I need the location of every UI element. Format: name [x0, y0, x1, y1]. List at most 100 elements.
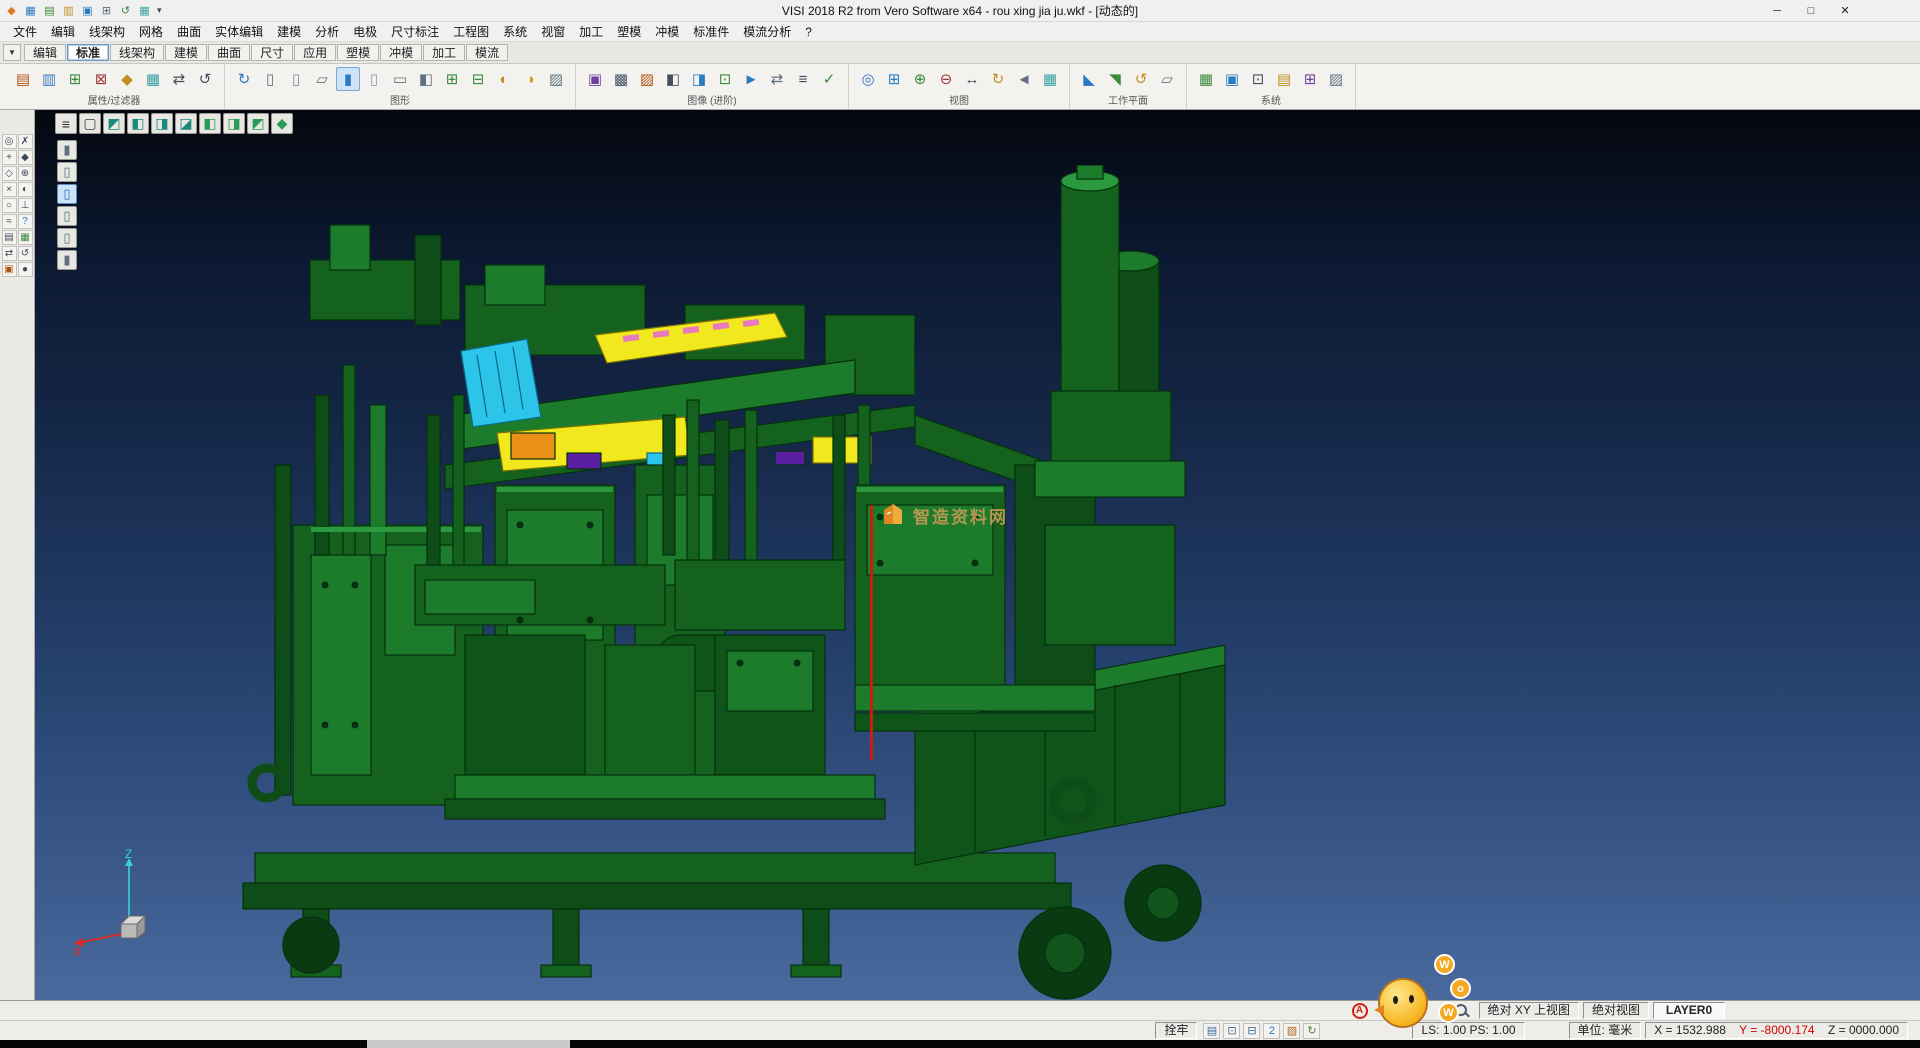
stamp-icon[interactable]: ✓: [817, 67, 841, 91]
save-view-icon[interactable]: ▤: [1203, 1023, 1220, 1039]
select-edges-icon[interactable]: ▯: [57, 184, 77, 204]
tab-wireframe[interactable]: 线架构: [110, 44, 164, 61]
left-view-cube-icon[interactable]: ◧: [199, 113, 221, 134]
background-icon[interactable]: ▨: [544, 67, 568, 91]
rotate-view-icon[interactable]: ↻: [986, 67, 1010, 91]
taskbar-window-segment[interactable]: [367, 1040, 570, 1048]
menu-item[interactable]: 建模: [270, 21, 308, 42]
menu-item[interactable]: 编辑: [44, 21, 82, 42]
snap-lock-toggle[interactable]: 拴牢: [1155, 1022, 1197, 1039]
tab-modeling[interactable]: 建模: [165, 44, 207, 61]
layer-filter-icon[interactable]: ▦: [141, 67, 165, 91]
tab-dimension[interactable]: 尺寸: [251, 44, 293, 61]
undo-icon[interactable]: ↺: [117, 3, 134, 19]
save-icon[interactable]: ▣: [79, 3, 96, 19]
view-menu-icon[interactable]: ≡: [55, 113, 77, 134]
workplane-reset-icon[interactable]: ▱: [1155, 67, 1179, 91]
settings-grid-icon[interactable]: ▦: [136, 3, 153, 19]
reset-filter-icon[interactable]: ↺: [193, 67, 217, 91]
swap-view-icon[interactable]: ⇄: [2, 246, 17, 261]
annotation-a-icon[interactable]: A: [1352, 1003, 1368, 1019]
display-settings-icon[interactable]: ▣: [1220, 67, 1244, 91]
snap-nearest-icon[interactable]: ≈: [2, 214, 17, 229]
filter-link-icon[interactable]: ⊞: [63, 67, 87, 91]
menu-item[interactable]: 分析: [308, 21, 346, 42]
swap-filter-icon[interactable]: ⇄: [167, 67, 191, 91]
tab-standard[interactable]: 标准: [67, 44, 109, 61]
layer-selector[interactable]: LAYER0: [1653, 1002, 1725, 1019]
view-orientation-label[interactable]: 绝对 XY 上视图: [1479, 1002, 1579, 1019]
back-view-cube-icon[interactable]: ◨: [223, 113, 245, 134]
maximize-button[interactable]: □: [1794, 1, 1828, 21]
select-points-icon[interactable]: ▯: [57, 228, 77, 248]
menu-item[interactable]: 文件: [6, 21, 44, 42]
redraw-icon[interactable]: ↻: [232, 67, 256, 91]
menu-item[interactable]: 加工: [572, 21, 610, 42]
magnify-icon[interactable]: ◎: [2, 134, 17, 149]
menu-item[interactable]: 冲模: [648, 21, 686, 42]
grid-toggle-icon[interactable]: ▦: [18, 230, 33, 245]
cube-shade-icon[interactable]: ⊟: [466, 67, 490, 91]
quickbar-more-arrow[interactable]: ▾: [153, 5, 166, 16]
menu-item[interactable]: 系统: [496, 21, 534, 42]
tab-flow[interactable]: 模流: [466, 44, 508, 61]
cube-edges-icon[interactable]: ⊞: [440, 67, 464, 91]
zoom-all-icon[interactable]: ◎: [856, 67, 880, 91]
compare-icon[interactable]: ⇄: [765, 67, 789, 91]
workplane-icon[interactable]: ◣: [1077, 67, 1101, 91]
snap-perpendicular-icon[interactable]: ⊥: [18, 198, 33, 213]
workplane-align-icon[interactable]: ◥: [1103, 67, 1127, 91]
snap-quadrant-icon[interactable]: ◐: [18, 182, 33, 197]
zoom-window-icon[interactable]: ⊞: [882, 67, 906, 91]
menu-item[interactable]: 塑模: [610, 21, 648, 42]
delete-icon[interactable]: ✗: [18, 134, 33, 149]
tab-surface[interactable]: 曲面: [208, 44, 250, 61]
named-views-icon[interactable]: ▦: [1038, 67, 1062, 91]
absolute-view-label[interactable]: 绝对视图: [1583, 1002, 1649, 1019]
minimize-button[interactable]: ─: [1760, 1, 1794, 21]
session-icon[interactable]: ▨: [1324, 67, 1348, 91]
top-view-cube-icon[interactable]: ◧: [127, 113, 149, 134]
display-mode-icon[interactable]: ▢: [79, 113, 101, 134]
shadow-icon[interactable]: ◧: [661, 67, 685, 91]
system-options-icon[interactable]: ⊡: [1246, 67, 1270, 91]
menu-item[interactable]: 标准件: [686, 21, 736, 42]
undo-view-icon[interactable]: ↺: [18, 246, 33, 261]
macro-icon[interactable]: ⊞: [1298, 67, 1322, 91]
attributes-icon[interactable]: ▤: [11, 67, 35, 91]
snap-tangent-icon[interactable]: ○: [2, 198, 17, 213]
dashed-view-icon[interactable]: ▱: [310, 67, 334, 91]
wireframe-view-icon[interactable]: ▯: [258, 67, 282, 91]
filter-unlink-icon[interactable]: ⊠: [89, 67, 113, 91]
front-view-cube-icon[interactable]: ◨: [151, 113, 173, 134]
render-settings-icon[interactable]: ▩: [609, 67, 633, 91]
bottom-view-cube-icon[interactable]: ◩: [247, 113, 269, 134]
snap-point-icon[interactable]: +: [2, 150, 17, 165]
snap-intersection-icon[interactable]: ×: [2, 182, 17, 197]
menu-item[interactable]: 视窗: [534, 21, 572, 42]
transparent-view-icon[interactable]: ▭: [388, 67, 412, 91]
snap-center-icon[interactable]: ⊕: [18, 166, 33, 181]
tab-die[interactable]: 冲模: [380, 44, 422, 61]
tab-mold[interactable]: 塑模: [337, 44, 379, 61]
select-wires-icon[interactable]: ▯: [57, 206, 77, 226]
select-solids-icon[interactable]: ▮: [57, 140, 77, 160]
menu-item[interactable]: 实体编辑: [208, 21, 270, 42]
iso-view-cube-icon[interactable]: ◩: [103, 113, 125, 134]
menu-item[interactable]: 电极: [346, 21, 384, 42]
menu-item[interactable]: 尺寸标注: [384, 21, 446, 42]
refresh-status-icon[interactable]: ↻: [1303, 1023, 1320, 1039]
attributes-panel-icon[interactable]: ▤: [2, 230, 17, 245]
pan-icon[interactable]: ↔: [960, 67, 984, 91]
tabbar-dropdown-arrow[interactable]: ▼: [3, 44, 21, 61]
selection-filter-icon[interactable]: ◆: [115, 67, 139, 91]
tab-edit[interactable]: 编辑: [24, 44, 66, 61]
app-icon[interactable]: ◆: [3, 3, 20, 19]
reflection-icon[interactable]: ◨: [687, 67, 711, 91]
workspace-icon[interactable]: ▦: [22, 3, 39, 19]
point-display-icon[interactable]: ●: [18, 262, 33, 277]
menu-item[interactable]: 网格: [132, 21, 170, 42]
tab-machining[interactable]: 加工: [423, 44, 465, 61]
ghost-view-icon[interactable]: ▯: [362, 67, 386, 91]
right-view-cube-icon[interactable]: ◪: [175, 113, 197, 134]
